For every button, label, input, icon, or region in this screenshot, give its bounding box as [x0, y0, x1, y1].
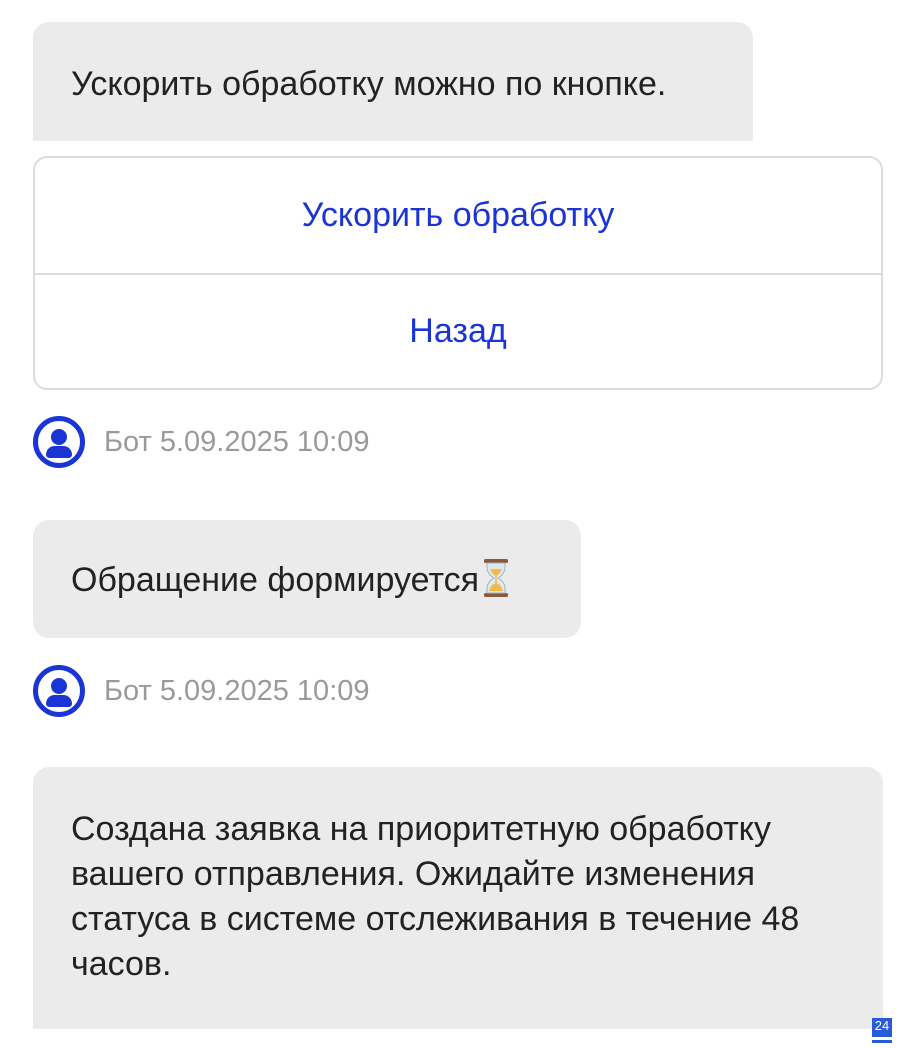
bot-message-bubble: Ускорить обработку можно по кнопке. [33, 22, 753, 141]
message-timestamp: Бот 5.09.2025 10:09 [104, 425, 370, 458]
corner-badge: 24 [872, 1018, 892, 1040]
bot-avatar-icon [33, 665, 85, 717]
quick-reply-buttons: Ускорить обработку Назад [33, 156, 883, 390]
hourglass-icon [483, 559, 509, 597]
message-meta: Бот 5.09.2025 10:09 [33, 416, 370, 468]
message-text: Ускорить обработку можно по кнопке. [71, 65, 667, 103]
message-text: Обращение формируется [71, 561, 480, 599]
bot-avatar-icon [33, 416, 85, 468]
bot-message-bubble: Создана заявка на приоритетную обработку… [33, 767, 883, 1029]
speed-up-button[interactable]: Ускорить обработку [35, 158, 881, 273]
message-timestamp: Бот 5.09.2025 10:09 [104, 674, 370, 707]
message-meta: Бот 5.09.2025 10:09 [33, 665, 370, 717]
chat-page: Ускорить обработку можно по кнопке. Уско… [0, 0, 900, 1048]
back-button[interactable]: Назад [35, 273, 881, 388]
bot-message-bubble: Обращение формируется [33, 520, 581, 638]
message-text: Создана заявка на приоритетную обработку… [71, 810, 800, 983]
